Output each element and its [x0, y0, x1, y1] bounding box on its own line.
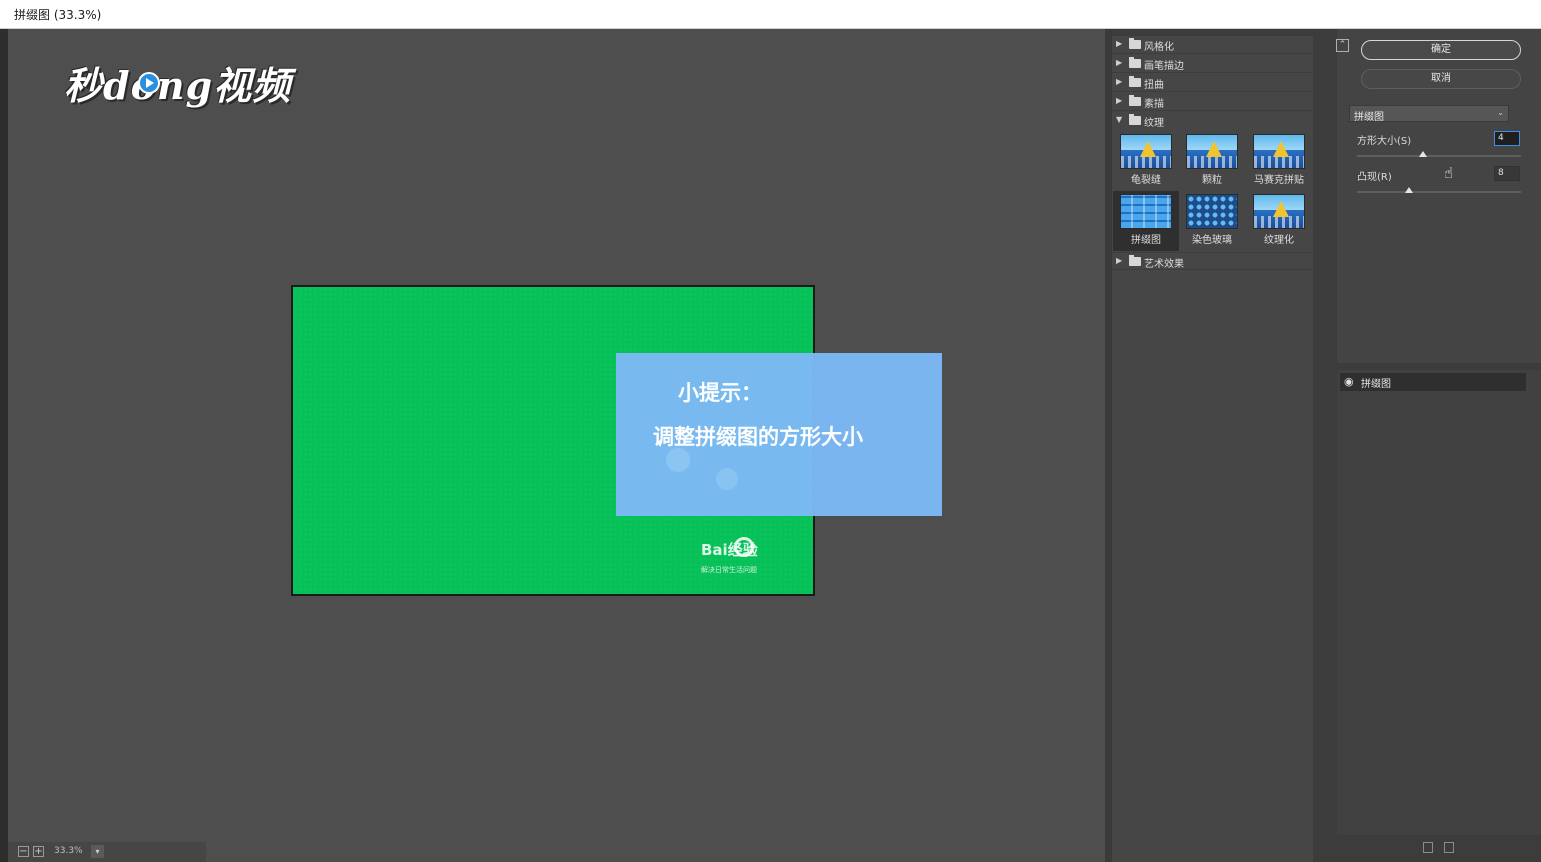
baidu-jingyan-logo: Bai经验 解决日常生活问题: [701, 537, 791, 579]
filter-select-value: 拼缀图: [1354, 112, 1384, 123]
folder-icon: [1129, 76, 1141, 87]
filter-thumb-stained-glass[interactable]: 染色玻璃: [1179, 191, 1245, 251]
filter-category-stylize[interactable]: ▶ 风格化: [1112, 36, 1313, 54]
square-size-slider-track[interactable]: [1357, 155, 1521, 157]
filter-category-label: 画笔描边: [1144, 61, 1184, 72]
window-titlebar: 拼缀图 (33.3%): [0, 0, 1541, 29]
filter-thumb-label: 纹理化: [1264, 235, 1294, 246]
folder-icon: [1129, 38, 1141, 49]
filter-preview-image: [1253, 194, 1305, 229]
filter-preview-image: [1120, 134, 1172, 169]
filter-thumb-label: 拼缀图: [1131, 235, 1161, 246]
filter-thumb-craquelure[interactable]: 龟裂缝: [1113, 131, 1179, 191]
chevron-down-icon: ⌄: [1497, 108, 1504, 117]
folder-icon: [1129, 255, 1141, 266]
new-layer-icon[interactable]: [1423, 842, 1433, 853]
zoom-out-button[interactable]: −: [18, 846, 29, 857]
folder-open-icon: [1129, 114, 1141, 125]
zoom-value: 33.3%: [54, 846, 83, 856]
panel-divider: [1105, 29, 1112, 862]
filter-preview-image: [1120, 194, 1172, 229]
expand-arrow-icon: ▶: [1116, 39, 1123, 48]
effect-layers-panel: ◉ 拼缀图: [1337, 370, 1541, 835]
filter-category-label: 素描: [1144, 99, 1164, 110]
filter-category-artistic[interactable]: ▶ 艺术效果: [1112, 252, 1313, 270]
watermark-logo: 秒dong视频: [60, 49, 310, 109]
effect-layer-name: 拼缀图: [1361, 379, 1391, 390]
filter-gallery: ▶ 风格化 ▶ 画笔描边 ▶ 扭曲 ▶ 素描 ▼ 纹理 龟裂缝 颗粒 马赛克拼贴…: [1112, 36, 1313, 862]
filter-thumb-label: 染色玻璃: [1192, 235, 1232, 246]
filter-settings-panel: 确定 取消 拼缀图 ⌄ 方形大小(S) 4 凸现(R) 8: [1337, 29, 1541, 363]
square-size-label: 方形大小(S): [1357, 136, 1412, 147]
baidu-slogan: 解决日常生活问题: [701, 566, 757, 574]
filter-thumb-label: 马赛克拼贴: [1254, 175, 1304, 186]
filter-preview-image: [1186, 134, 1238, 169]
relief-input[interactable]: 8: [1494, 166, 1520, 181]
square-size-slider-handle[interactable]: [1418, 151, 1427, 157]
expand-arrow-icon: ▶: [1116, 77, 1123, 86]
filter-preview-image: [1186, 194, 1238, 229]
zoom-dropdown-chevron-icon[interactable]: ▾: [91, 845, 104, 858]
effect-layer-row[interactable]: ◉ 拼缀图: [1340, 373, 1526, 391]
watermark-logo-text: 秒dong视频: [64, 63, 292, 108]
cancel-button[interactable]: 取消: [1361, 69, 1521, 89]
expand-arrow-icon: ▶: [1116, 256, 1123, 265]
expand-arrow-icon: ▶: [1116, 58, 1123, 67]
folder-icon: [1129, 57, 1141, 68]
square-size-input[interactable]: 4: [1494, 131, 1520, 146]
filter-category-label: 纹理: [1144, 118, 1164, 129]
filter-thumb-texturizer[interactable]: 纹理化: [1246, 191, 1312, 251]
collapse-panel-icon[interactable]: ⌃: [1336, 39, 1349, 52]
filter-select[interactable]: 拼缀图 ⌄: [1349, 105, 1509, 123]
tip-overlay: 小提示： 调整拼缀图的方形大小: [616, 353, 942, 516]
filter-thumb-grain[interactable]: 颗粒: [1179, 131, 1245, 191]
expand-arrow-icon: ▶: [1116, 96, 1123, 105]
folder-icon: [1129, 95, 1141, 106]
play-icon: [138, 72, 160, 94]
filter-thumb-label: 龟裂缝: [1131, 175, 1161, 186]
zoom-in-button[interactable]: +: [33, 846, 44, 857]
filter-category-distort[interactable]: ▶ 扭曲: [1112, 74, 1313, 92]
panel-divider: [1313, 29, 1337, 862]
filter-category-brush-strokes[interactable]: ▶ 画笔描边: [1112, 55, 1313, 73]
filter-thumb-mosaic-tiles[interactable]: 马赛克拼贴: [1246, 131, 1312, 191]
filter-category-label: 扭曲: [1144, 80, 1164, 91]
zoom-statusbar: − + 33.3% ▾: [8, 842, 206, 862]
tip-title: 小提示：: [678, 381, 762, 405]
relief-slider-handle[interactable]: [1405, 187, 1414, 193]
preview-canvas[interactable]: 秒dong视频 Bai经验 解决日常生活问题 小提示： 调整拼缀图的方形大小 −…: [8, 29, 1105, 862]
filter-category-label: 艺术效果: [1144, 259, 1184, 270]
relief-slider-track[interactable]: [1357, 191, 1521, 193]
layers-footer: [1337, 835, 1541, 862]
filter-category-texture[interactable]: ▼ 纹理: [1112, 112, 1313, 130]
left-edge-strip: [0, 29, 8, 862]
hand-cursor-icon: ☝: [1444, 164, 1454, 182]
filter-preview-image: [1253, 134, 1305, 169]
filter-category-label: 风格化: [1144, 42, 1174, 53]
collapse-arrow-icon: ▼: [1116, 115, 1123, 124]
filter-thumb-label: 颗粒: [1202, 175, 1222, 186]
paw-icon: [734, 537, 754, 557]
ok-button[interactable]: 确定: [1361, 40, 1521, 60]
tip-body: 调整拼缀图的方形大小: [653, 425, 863, 449]
trash-icon[interactable]: [1444, 842, 1454, 853]
filter-category-sketch[interactable]: ▶ 素描: [1112, 93, 1313, 111]
window-title: 拼缀图 (33.3%): [14, 8, 102, 22]
relief-label: 凸现(R): [1357, 172, 1392, 183]
visibility-eye-icon[interactable]: ◉: [1344, 375, 1354, 388]
filter-thumb-patchwork[interactable]: 拼缀图: [1113, 191, 1179, 251]
